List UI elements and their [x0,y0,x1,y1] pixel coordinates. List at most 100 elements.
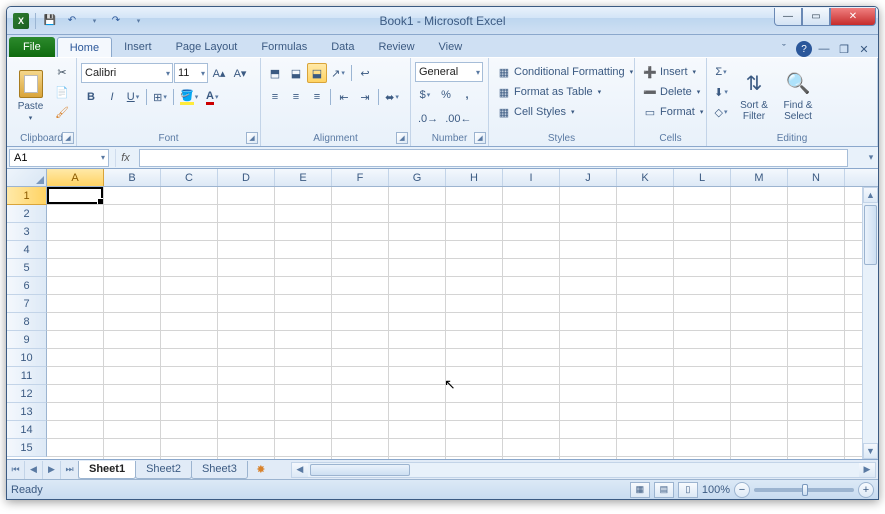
scroll-up-icon[interactable]: ▲ [863,187,878,203]
select-all-corner[interactable] [7,169,47,186]
zoom-slider[interactable] [754,488,854,492]
merge-center-icon[interactable]: ⬌ [382,87,402,107]
scroll-left-icon[interactable]: ◀ [292,463,308,477]
column-header[interactable]: D [218,169,275,186]
close-button[interactable]: ✕ [830,8,876,26]
align-middle-icon[interactable]: ⬓ [286,63,306,83]
last-sheet-icon[interactable]: ⏭ [61,461,79,479]
cell-styles-button[interactable]: ▦Cell Styles [493,102,578,122]
delete-cells-button[interactable]: ➖Delete [639,82,704,102]
cut-icon[interactable]: ✂ [52,62,72,82]
formula-bar[interactable] [139,149,848,167]
row-header[interactable]: 4 [7,241,47,259]
row-header[interactable]: 3 [7,223,47,241]
orientation-icon[interactable]: ↗ [328,63,348,83]
row-header[interactable]: 12 [7,385,47,403]
active-cell[interactable] [47,187,103,204]
align-bottom-icon[interactable]: ⬓ [307,63,327,83]
clear-icon[interactable]: ◇ [711,102,731,122]
format-as-table-button[interactable]: ▦Format as Table [493,82,605,102]
doc-minimize-icon[interactable]: — [816,41,832,57]
doc-close-icon[interactable]: ✕ [856,41,872,57]
insert-cells-button[interactable]: ➕Insert [639,62,700,82]
next-sheet-icon[interactable]: ▶ [43,461,61,479]
column-header[interactable]: M [731,169,788,186]
column-header[interactable]: B [104,169,161,186]
zoom-out-icon[interactable]: − [734,482,750,498]
column-header[interactable]: A [47,169,104,186]
tab-review[interactable]: Review [366,37,426,57]
column-header[interactable]: J [560,169,617,186]
conditional-formatting-button[interactable]: ▦Conditional Formatting [493,62,637,82]
percent-format-icon[interactable]: % [436,85,456,105]
prev-sheet-icon[interactable]: ◀ [25,461,43,479]
fill-color-icon[interactable]: 🪣 [177,87,201,107]
align-left-icon[interactable]: ≡ [265,87,285,107]
hscroll-thumb[interactable] [310,464,410,476]
border-icon[interactable]: ⊞ [150,87,170,107]
maximize-button[interactable]: ▭ [802,8,830,26]
row-header[interactable]: 5 [7,259,47,277]
column-header[interactable]: L [674,169,731,186]
column-header[interactable]: F [332,169,389,186]
wrap-text-icon[interactable]: ↩ [355,63,375,83]
row-header[interactable]: 10 [7,349,47,367]
row-header[interactable]: 11 [7,367,47,385]
underline-icon[interactable]: U [123,87,143,107]
undo-dropdown[interactable] [84,11,104,31]
page-break-view-icon[interactable]: ▯ [678,482,698,498]
sheet-tab[interactable]: Sheet3 [191,461,248,479]
copy-icon[interactable]: 📄 [52,82,72,102]
tab-insert[interactable]: Insert [112,37,164,57]
sheet-tab[interactable]: Sheet2 [135,461,192,479]
increase-indent-icon[interactable]: ⇥ [355,87,375,107]
number-format-combo[interactable]: General [415,62,483,82]
name-box[interactable]: A1 [9,149,109,167]
vscroll-thumb[interactable] [864,205,877,265]
decrease-font-icon[interactable]: A▾ [230,63,250,83]
zoom-thumb[interactable] [802,484,808,496]
row-header[interactable]: 9 [7,331,47,349]
fill-icon[interactable]: ⬇ [711,82,731,102]
column-header[interactable]: H [446,169,503,186]
undo-icon[interactable]: ↶ [62,11,82,31]
cells-area[interactable] [47,187,878,459]
tab-view[interactable]: View [427,37,475,57]
fx-icon[interactable]: fx [115,149,135,167]
paste-button[interactable]: Paste ▾ [11,62,50,128]
row-header[interactable]: 6 [7,277,47,295]
tab-formulas[interactable]: Formulas [249,37,319,57]
italic-icon[interactable]: I [102,87,122,107]
row-header[interactable]: 1 [7,187,47,205]
align-top-icon[interactable]: ⬒ [265,63,285,83]
increase-font-icon[interactable]: A▴ [209,63,229,83]
doc-restore-icon[interactable]: ❐ [836,41,852,57]
font-name-combo[interactable]: Calibri [81,63,173,83]
row-header[interactable]: 15 [7,439,47,457]
number-dialog-launcher[interactable]: ◢ [474,132,486,144]
first-sheet-icon[interactable]: ⏮ [7,461,25,479]
find-select-button[interactable]: 🔍 Find & Select [777,62,819,128]
sort-filter-button[interactable]: ⇅ Sort & Filter [733,62,775,128]
column-header[interactable]: K [617,169,674,186]
font-dialog-launcher[interactable]: ◢ [246,132,258,144]
redo-icon[interactable]: ↷ [106,11,126,31]
column-header[interactable]: I [503,169,560,186]
row-header[interactable]: 14 [7,421,47,439]
file-tab[interactable]: File [9,37,55,57]
new-sheet-icon[interactable]: ✸ [251,463,271,476]
tab-home[interactable]: Home [57,37,112,57]
bold-icon[interactable]: B [81,87,101,107]
column-header[interactable]: C [161,169,218,186]
page-layout-view-icon[interactable]: ▤ [654,482,674,498]
row-header[interactable]: 2 [7,205,47,223]
minimize-ribbon-icon[interactable]: ˇ [776,41,792,57]
vertical-scrollbar[interactable]: ▲ ▼ [862,187,878,459]
zoom-level[interactable]: 100% [702,484,730,496]
tab-data[interactable]: Data [319,37,366,57]
minimize-button[interactable]: — [774,8,802,26]
horizontal-scrollbar[interactable]: ◀ ▶ [291,462,876,478]
row-header[interactable]: 13 [7,403,47,421]
format-cells-button[interactable]: ▭Format [639,102,707,122]
column-header[interactable]: E [275,169,332,186]
